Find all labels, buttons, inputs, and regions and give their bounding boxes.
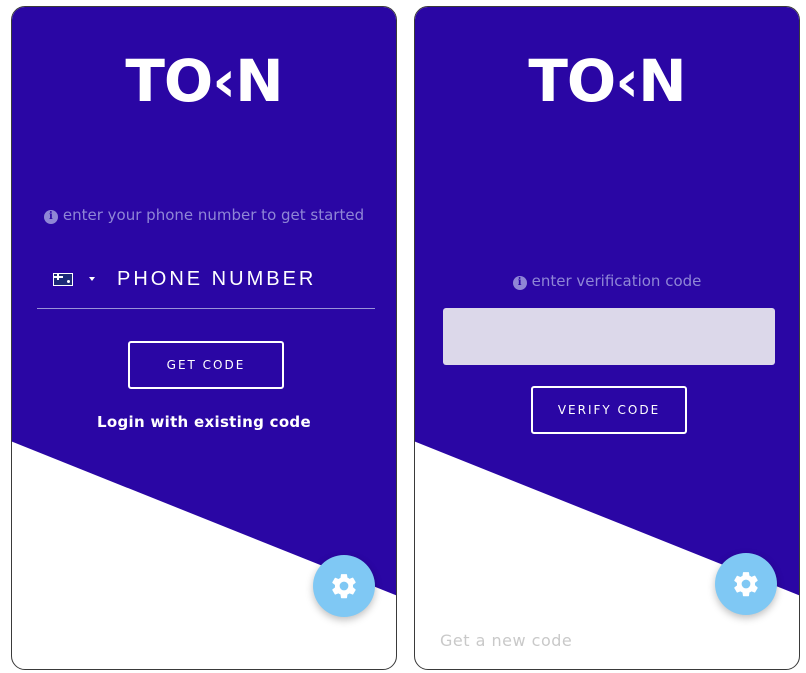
gear-icon [332,574,356,599]
chevron-down-icon[interactable] [89,277,95,281]
app-logo: TO‹N [528,47,686,115]
phone-input-row [37,257,375,309]
login-existing-code-link[interactable]: Login with existing code [12,413,396,431]
settings-button[interactable] [715,553,777,615]
verify-hint: i enter verification code [415,271,799,291]
info-icon: i [43,210,58,224]
app-logo: TO‹N [125,47,283,115]
input-underline [37,308,375,309]
australia-flag-icon[interactable] [53,273,73,286]
gear-icon [734,572,758,597]
phone-entry-screen: TO‹N i enter your phone number to get sta… [11,6,397,670]
phone-hint: i enter your phone number to get started [12,205,396,225]
verification-code-input[interactable] [443,308,775,365]
get-new-code-link[interactable]: Get a new code [440,631,572,650]
get-code-button[interactable]: GET CODE [128,341,284,389]
settings-button[interactable] [313,555,375,617]
phone-hint-text: enter your phone number to get started [62,206,365,224]
verify-code-button[interactable]: VERIFY CODE [531,386,687,434]
verify-hint-text: enter verification code [531,272,702,290]
phone-number-input[interactable] [117,261,367,297]
verify-code-screen: TO‹N i enter verification code VERIFY COD… [414,6,800,670]
info-icon: i [512,276,527,290]
